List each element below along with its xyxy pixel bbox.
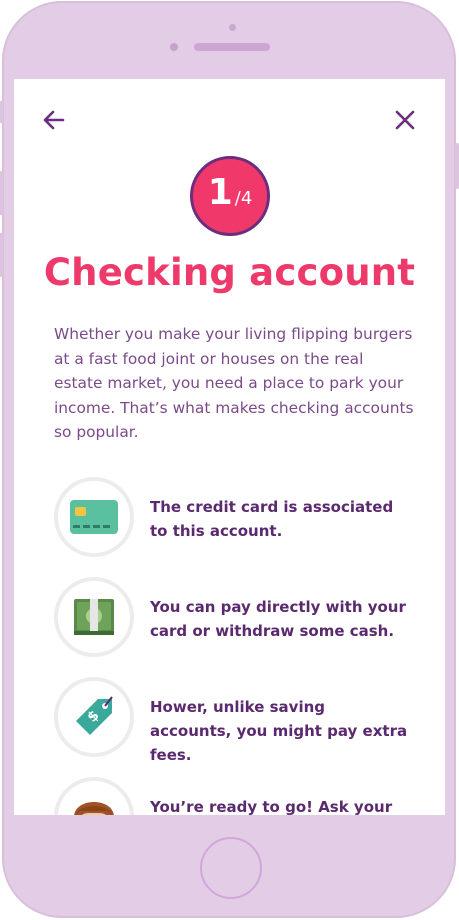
feature-text: Hower, unlike saving accounts, you might… bbox=[150, 698, 408, 764]
phone-side-button bbox=[0, 101, 3, 123]
earpiece-speaker bbox=[194, 43, 270, 51]
avatar-icon bbox=[54, 777, 134, 815]
list-item: You’re ready to go! Ask your bbox=[54, 777, 424, 815]
list-item: You can pay directly with your card or w… bbox=[54, 577, 424, 657]
front-camera bbox=[229, 24, 236, 31]
phone-side-button bbox=[455, 143, 459, 189]
phone-side-button bbox=[0, 233, 3, 277]
arrow-left-icon bbox=[43, 110, 65, 130]
feature-text: You can pay directly with your card or w… bbox=[150, 598, 406, 640]
close-icon bbox=[395, 110, 415, 130]
home-button[interactable] bbox=[200, 837, 262, 899]
screen: 1 / 4 Checking account Whether you make … bbox=[14, 79, 445, 815]
back-button[interactable] bbox=[39, 105, 69, 135]
list-item: $ Hower, unlike saving accounts, you mig… bbox=[54, 677, 424, 764]
step-total: 4 bbox=[240, 188, 253, 209]
cash-icon bbox=[54, 577, 134, 657]
feature-text: The credit card is associated to this ac… bbox=[150, 498, 394, 540]
proximity-sensor bbox=[170, 43, 178, 51]
step-indicator: 1 / 4 bbox=[190, 156, 270, 236]
step-current: 1 bbox=[207, 172, 233, 213]
close-button[interactable] bbox=[390, 105, 420, 135]
phone-side-button bbox=[0, 171, 3, 215]
step-separator: / bbox=[234, 188, 241, 209]
price-tag-icon: $ bbox=[54, 677, 134, 757]
description: Whether you make your living flipping bu… bbox=[54, 325, 414, 441]
credit-card-icon bbox=[54, 477, 134, 557]
feature-text: You’re ready to go! Ask your bbox=[150, 798, 393, 815]
page-title: Checking account bbox=[43, 251, 416, 294]
list-item: The credit card is associated to this ac… bbox=[54, 477, 424, 557]
